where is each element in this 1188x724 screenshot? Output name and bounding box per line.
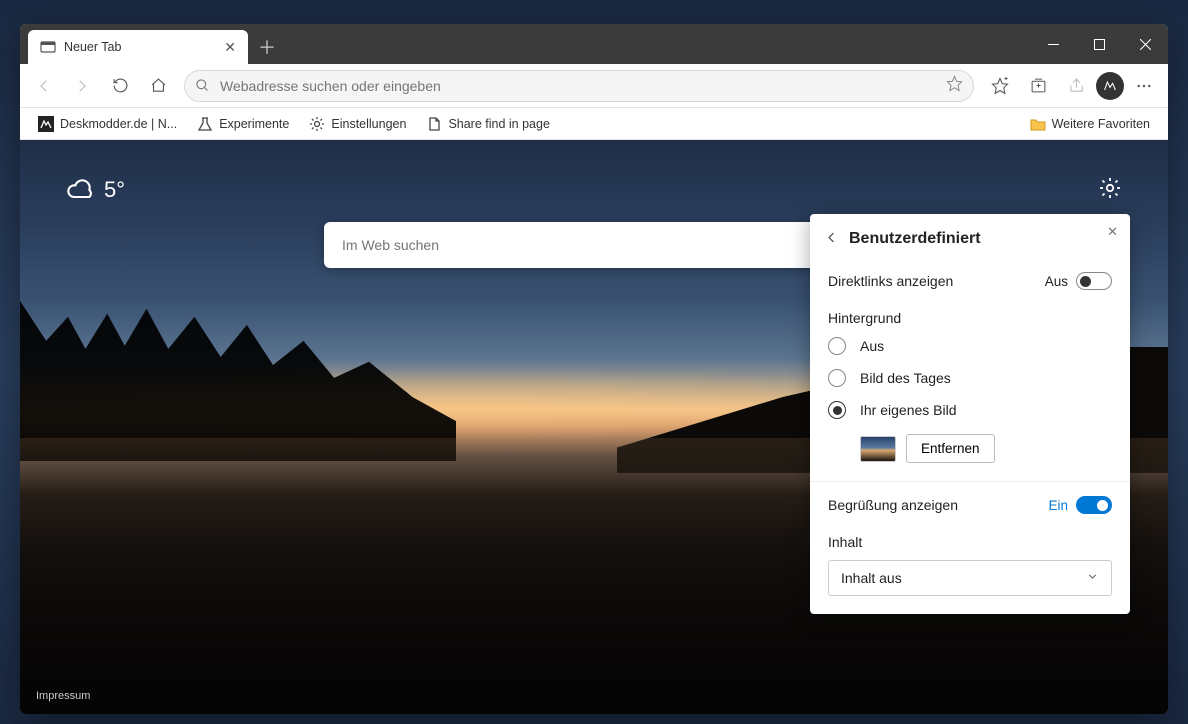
address-input[interactable]: [220, 78, 936, 94]
bg-option-eigenes-bild[interactable]: Ihr eigenes Bild: [810, 394, 1130, 426]
web-search-box[interactable]: [324, 222, 864, 268]
greeting-toggle[interactable]: [1076, 496, 1112, 514]
window-controls: [1030, 24, 1168, 64]
background-heading: Hintergrund: [810, 300, 1130, 330]
gear-icon: [1098, 176, 1122, 200]
web-search-input[interactable]: [342, 237, 846, 253]
background-trees: [20, 301, 456, 462]
bookmark-experimente[interactable]: Experimente: [189, 112, 297, 136]
bookmark-label: Deskmodder.de | N...: [60, 117, 177, 131]
tab-title: Neuer Tab: [64, 40, 121, 54]
bookmarks-bar: Deskmodder.de | N... Experimente Einstel…: [20, 108, 1168, 140]
bg-option-label: Bild des Tages: [860, 370, 951, 386]
address-bar[interactable]: [184, 70, 974, 102]
share-button[interactable]: [1058, 69, 1094, 103]
bookmark-einstellungen[interactable]: Einstellungen: [301, 112, 414, 136]
directlinks-label: Direktlinks anzeigen: [828, 273, 953, 289]
bookmarks-overflow-label: Weitere Favoriten: [1052, 117, 1150, 131]
browser-window: Neuer Tab ✕ ＋: [20, 24, 1168, 714]
home-button[interactable]: [140, 69, 176, 103]
bookmarks-overflow[interactable]: Weitere Favoriten: [1022, 112, 1158, 136]
content-selected: Inhalt aus: [841, 570, 902, 586]
panel-title: Benutzerdefiniert: [849, 230, 981, 248]
search-icon: [195, 78, 210, 93]
panel-back-icon[interactable]: [824, 230, 839, 248]
panel-header: Benutzerdefiniert: [810, 226, 1130, 262]
bg-option-label: Ihr eigenes Bild: [860, 402, 957, 418]
divider: [810, 481, 1130, 482]
panel-close-icon[interactable]: ✕: [1107, 224, 1118, 240]
greeting-label: Begrüßung anzeigen: [828, 497, 958, 513]
refresh-button[interactable]: [102, 69, 138, 103]
impressum-link[interactable]: Impressum: [36, 690, 90, 702]
settings-panel: ✕ Benutzerdefiniert Direktlinks anzeigen…: [810, 214, 1130, 614]
page-settings-button[interactable]: [1098, 176, 1122, 205]
custom-image-row: Entfernen: [810, 426, 1130, 477]
greeting-state: Ein: [1048, 498, 1068, 513]
cloud-icon: [66, 176, 94, 204]
radio-icon: [828, 369, 846, 387]
chevron-down-icon: [1086, 570, 1099, 586]
bookmark-label: Share find in page: [448, 117, 549, 131]
radio-icon: [828, 401, 846, 419]
titlebar: Neuer Tab ✕ ＋: [20, 24, 1168, 64]
bg-option-aus[interactable]: Aus: [810, 330, 1130, 362]
bookmark-sharefind[interactable]: Share find in page: [418, 112, 557, 136]
profile-button[interactable]: [1096, 72, 1124, 100]
bookmark-label: Einstellungen: [331, 117, 406, 131]
back-button[interactable]: [26, 69, 62, 103]
bg-option-bild-des-tages[interactable]: Bild des Tages: [810, 362, 1130, 394]
minimize-button[interactable]: [1030, 24, 1076, 64]
tab-favicon: [40, 39, 56, 55]
forward-button[interactable]: [64, 69, 100, 103]
close-window-button[interactable]: [1122, 24, 1168, 64]
menu-button[interactable]: [1126, 69, 1162, 103]
remove-image-button[interactable]: Entfernen: [906, 434, 995, 463]
row-greeting: Begrüßung anzeigen Ein: [810, 486, 1130, 524]
collections-button[interactable]: [1020, 69, 1056, 103]
directlinks-state: Aus: [1045, 274, 1068, 289]
bg-option-label: Aus: [860, 338, 884, 354]
toolbar: [20, 64, 1168, 108]
new-tab-button[interactable]: ＋: [252, 32, 282, 62]
favorite-star-icon[interactable]: [946, 75, 963, 97]
background-thumbnail[interactable]: [860, 436, 896, 462]
tab-close-icon[interactable]: ✕: [224, 39, 236, 56]
content-select[interactable]: Inhalt aus: [828, 560, 1112, 596]
newtab-content: 5° Impressum ✕ Benutzerdefiniert Direktl…: [20, 140, 1168, 714]
bookmark-label: Experimente: [219, 117, 289, 131]
bookmark-deskmodder[interactable]: Deskmodder.de | N...: [30, 112, 185, 136]
radio-icon: [828, 337, 846, 355]
directlinks-toggle[interactable]: [1076, 272, 1112, 290]
maximize-button[interactable]: [1076, 24, 1122, 64]
browser-tab[interactable]: Neuer Tab ✕: [28, 30, 248, 64]
row-directlinks: Direktlinks anzeigen Aus: [810, 262, 1130, 300]
content-heading: Inhalt: [810, 524, 1130, 554]
weather-temp: 5°: [104, 177, 125, 203]
weather-widget[interactable]: 5°: [66, 176, 125, 204]
favorites-button[interactable]: [982, 69, 1018, 103]
